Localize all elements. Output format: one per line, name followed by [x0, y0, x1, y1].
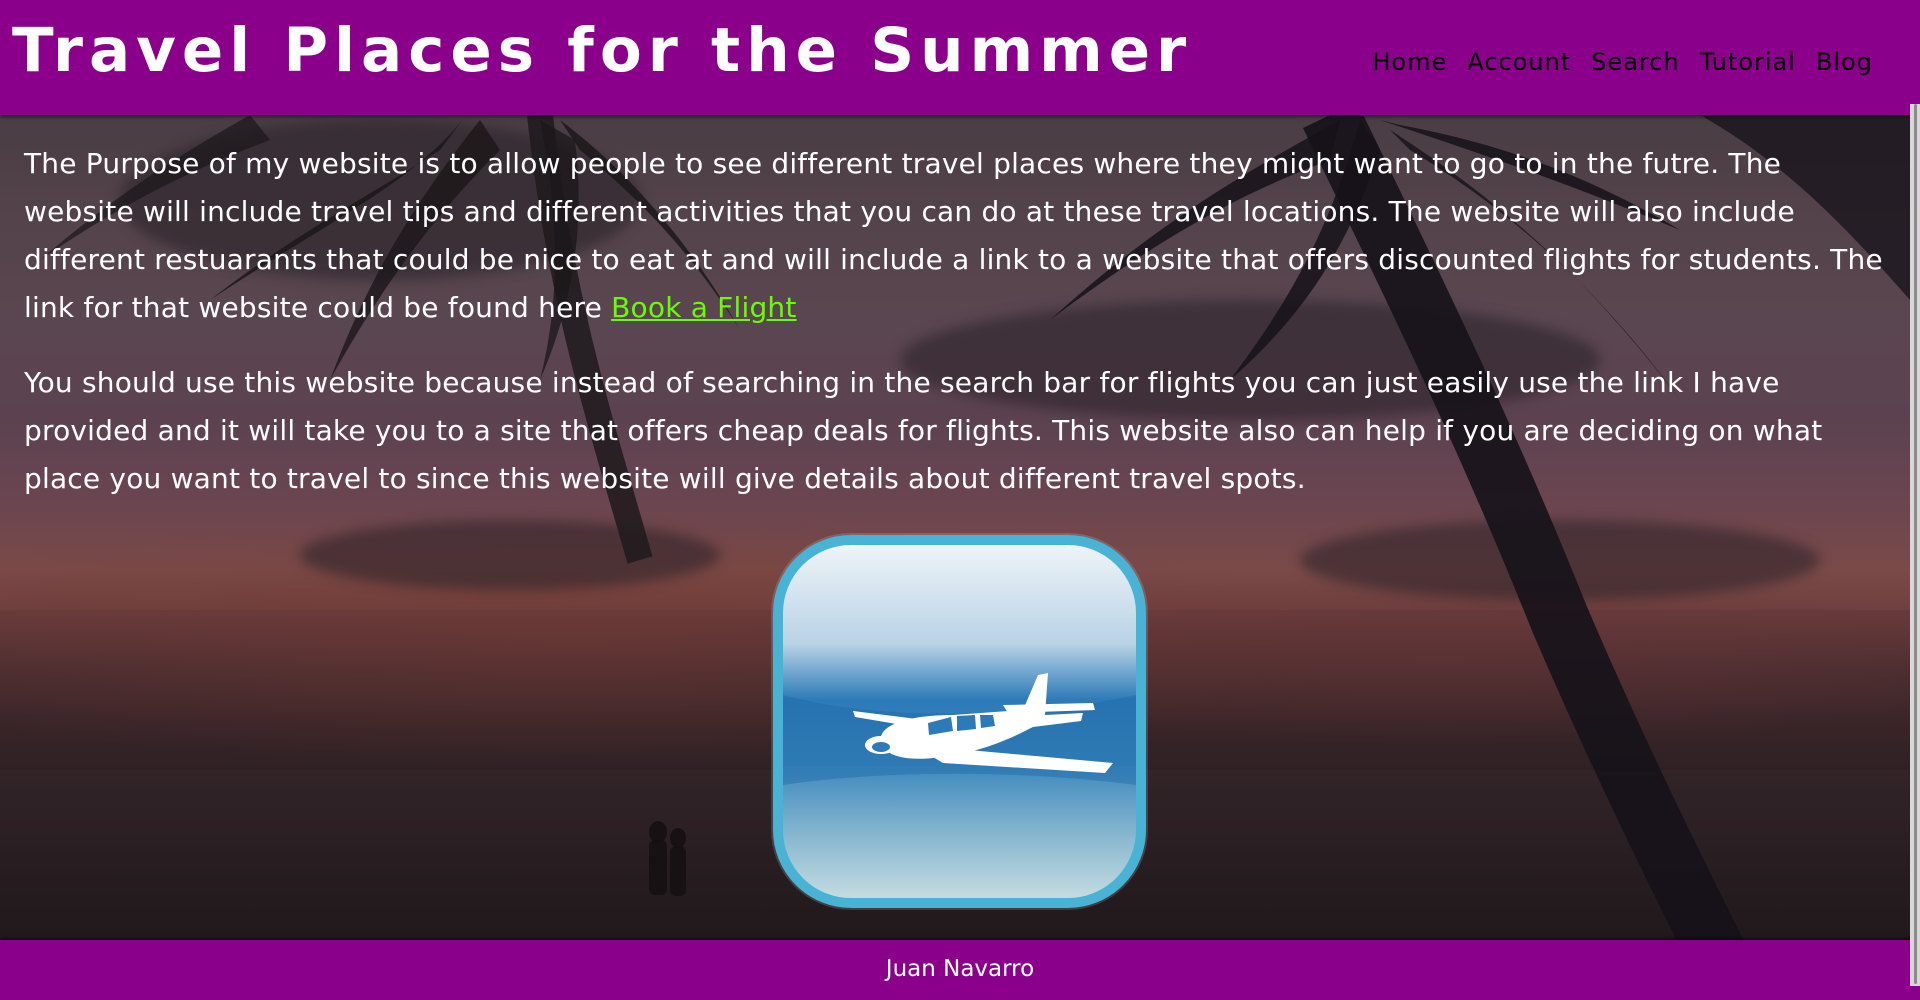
- main-content: The Purpose of my website is to allow pe…: [24, 140, 1884, 530]
- why-use-paragraph: You should use this website because inst…: [24, 366, 1823, 495]
- nav-link-account[interactable]: Account: [1467, 48, 1571, 76]
- scrollbar-thumb[interactable]: [1914, 104, 1917, 984]
- nav-link-home[interactable]: Home: [1372, 48, 1447, 76]
- nav-link-search[interactable]: Search: [1591, 48, 1679, 76]
- footer-author: Juan Navarro: [885, 956, 1035, 982]
- vertical-scrollbar[interactable]: [1910, 104, 1920, 986]
- site-header: Travel Places for the Summer Home Accoun…: [0, 0, 1920, 115]
- nav-link-tutorial[interactable]: Tutorial: [1700, 48, 1796, 76]
- airplane-app-icon: [773, 535, 1146, 908]
- purpose-paragraph: The Purpose of my website is to allow pe…: [24, 140, 1884, 332]
- nav-link-blog[interactable]: Blog: [1816, 48, 1873, 76]
- main-nav: Home Account Search Tutorial Blog: [1372, 48, 1873, 76]
- site-footer: Juan Navarro: [0, 940, 1920, 1000]
- book-a-flight-link[interactable]: Book a Flight: [611, 291, 796, 324]
- purpose-text: The Purpose of my website is to allow pe…: [24, 147, 1883, 324]
- airplane-icon: [783, 673, 1136, 785]
- page-title: Travel Places for the Summer: [12, 15, 1193, 86]
